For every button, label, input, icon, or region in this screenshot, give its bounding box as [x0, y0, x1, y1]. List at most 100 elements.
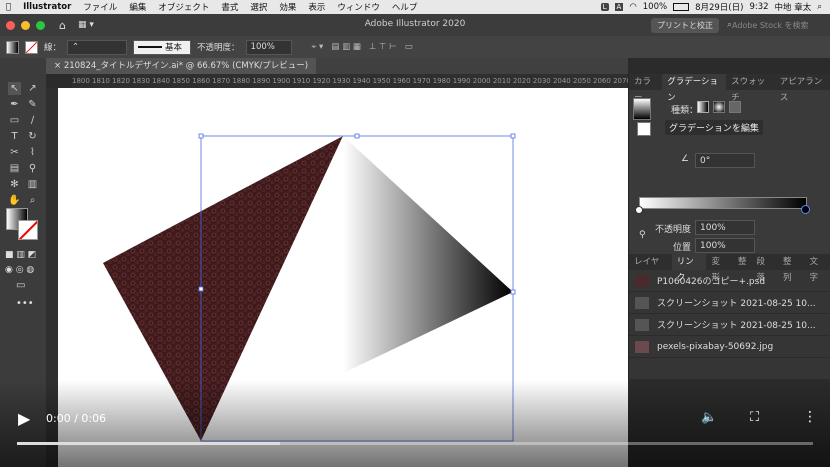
fill-stroke-swatch[interactable] [6, 208, 40, 242]
video-time-label: 0:00 / 0:06 [46, 412, 107, 425]
link-name: スクリーンショット 2021-08-25 10... [657, 321, 816, 331]
stroke-weight-field[interactable]: ⌃ [67, 39, 128, 55]
curvature-tool-icon[interactable]: ✎ [26, 98, 39, 111]
stroke-none-swatch[interactable] [25, 40, 38, 54]
user-label[interactable]: 中地 章太 [775, 1, 812, 13]
brush-definition-field[interactable]: 基本 [133, 39, 192, 55]
control-bar: 線： ⌃ 基本 不透明度： 100% ⌖ ▾ ▤ ▥ ▦ ⊥ ⊤ ⊢ ▭ [0, 36, 830, 58]
mac-menu-bar:  Illustrator ファイル 編集 オブジェクト 書式 選択 効果 表示… [0, 0, 830, 14]
radial-gradient-button[interactable] [713, 101, 725, 113]
volume-icon[interactable]: 🔈 [701, 410, 717, 425]
gradient-stop-left[interactable] [635, 206, 643, 214]
symbol-sprayer-tool-icon[interactable]: ✻ [8, 178, 21, 191]
input-mode-icon[interactable]: A [614, 3, 624, 11]
linear-gradient-button[interactable] [697, 101, 709, 113]
close-window-button[interactable] [6, 20, 15, 30]
tab-character[interactable]: 文字 [805, 254, 830, 283]
tab-transform[interactable]: 変形 [706, 254, 733, 283]
menu-edit[interactable]: 編集 [123, 1, 152, 13]
screen-mode-icon[interactable]: ▭ [16, 280, 25, 291]
fullscreen-icon[interactable]: ⛶ [750, 410, 759, 425]
stop-position-label: 位置 [673, 243, 692, 253]
selection-tool-icon[interactable]: ↖ [8, 82, 21, 95]
rotate-tool-icon[interactable]: ↻ [26, 130, 39, 143]
link-item[interactable]: P1060426のコピー+.psd [629, 270, 830, 292]
eyedropper-tool-icon[interactable]: ⚲ [26, 162, 39, 175]
fill-swatch[interactable] [6, 40, 19, 54]
menu-view[interactable]: 表示 [302, 1, 331, 13]
opacity-field[interactable]: 100% [245, 39, 292, 55]
zoom-tool-icon[interactable]: ⌕ [26, 194, 39, 207]
tab-paragraph[interactable]: 段落 [752, 254, 779, 283]
link-item[interactable]: スクリーンショット 2021-08-25 10... [629, 314, 830, 336]
direct-selection-tool-icon[interactable]: ↗ [26, 82, 39, 95]
gradient-stroke-swatch[interactable] [637, 122, 651, 136]
link-thumbnail [635, 340, 649, 353]
gradient-type-label: 種類： [671, 106, 699, 116]
date-label[interactable]: 8月29日(日) [695, 1, 743, 13]
menu-file[interactable]: ファイル [77, 1, 123, 13]
more-tools-icon[interactable]: ••• [16, 298, 34, 309]
close-tab-icon[interactable]: × [54, 61, 64, 71]
graph-tool-icon[interactable]: ▥ [26, 178, 39, 191]
edit-gradient-button[interactable]: グラデーションを編集 [665, 120, 763, 135]
link-thumbnail [635, 296, 649, 309]
time-label[interactable]: 9:32 [749, 2, 768, 12]
type-tool-icon[interactable]: T [8, 130, 21, 143]
workspace-icon[interactable]: ▦ ▾ [78, 20, 94, 30]
tab-links[interactable]: リンク [671, 254, 707, 283]
more-options-icon[interactable]: ⋮ [803, 409, 817, 425]
search-icon[interactable]: ⌕ [817, 2, 822, 12]
gradient-preview-swatch[interactable] [633, 98, 651, 120]
scissors-tool-icon[interactable]: ✂ [8, 146, 21, 159]
link-item[interactable]: スクリーンショット 2021-08-25 10... [629, 292, 830, 314]
link-item[interactable]: pexels-pixabay-50692.jpg [629, 336, 830, 358]
tab-appearance[interactable]: アピアランス [775, 74, 830, 103]
horizontal-ruler: 1800 1810 1820 1830 1840 1850 1860 1870 … [72, 74, 628, 89]
line-icon[interactable]: L [600, 3, 609, 11]
stroke-label: 線： [44, 43, 62, 53]
draw-mode-icons[interactable]: ◉ ◎ ◍ [5, 265, 34, 275]
eyedropper-icon[interactable]: ⚲ [639, 230, 646, 240]
app-menu[interactable]: Illustrator [17, 2, 77, 12]
home-icon[interactable]: ⌂ [59, 19, 66, 32]
tab-swatches[interactable]: スウォッチ [726, 74, 775, 103]
pen-tool-icon[interactable]: ✒ [8, 98, 21, 111]
color-mode-icons[interactable]: ■ ▥ ◩ [5, 250, 36, 260]
document-tab[interactable]: × 210824_タイトルデザイン.ai* @ 66.67% (CMYK/プレビ… [46, 58, 317, 74]
wifi-icon[interactable]: ◠ [629, 2, 636, 12]
gradient-stop-right[interactable] [801, 205, 810, 214]
brush-tool-icon[interactable]: ∕ [26, 114, 39, 127]
battery-icon[interactable] [673, 3, 690, 11]
tab-align[interactable]: 整列 [778, 254, 805, 283]
print-proof-button[interactable]: プリントと校正 [650, 17, 719, 33]
links-panel-tabs: レイヤー リンク 変形 整 段落 整列 文字 [629, 254, 830, 283]
minimize-window-button[interactable] [21, 20, 30, 30]
hand-tool-icon[interactable]: ✋ [8, 194, 21, 207]
menu-object[interactable]: オブジェクト [152, 1, 215, 13]
video-progress-bar[interactable] [17, 442, 813, 445]
angle-field[interactable]: 0° [695, 153, 755, 168]
stop-opacity-field[interactable]: 100% [695, 220, 755, 235]
stop-position-field[interactable]: 100% [695, 238, 755, 253]
menu-effect[interactable]: 効果 [273, 1, 302, 13]
menu-select[interactable]: 選択 [244, 1, 273, 13]
menu-window[interactable]: ウィンドウ [331, 1, 386, 13]
width-tool-icon[interactable]: ⌇ [26, 146, 39, 159]
rectangle-tool-icon[interactable]: ▭ [8, 114, 21, 127]
tab-layers[interactable]: レイヤー [629, 254, 672, 283]
tab-align-short[interactable]: 整 [733, 254, 752, 270]
align-icons[interactable]: ⌖ ▾ ▤ ▥ ▦ ⊥ ⊤ ⊢ ▭ [312, 42, 413, 52]
tab-color[interactable]: カラー [629, 74, 662, 103]
stock-search-input[interactable]: Adobe Stock を検索 [732, 20, 822, 31]
gradient-tool-icon[interactable]: ▤ [8, 162, 21, 175]
apple-icon[interactable]:  [0, 2, 17, 12]
battery-label[interactable]: 100% [643, 2, 667, 12]
menu-help[interactable]: ヘルプ [386, 1, 424, 13]
zoom-window-button[interactable] [36, 20, 45, 30]
tab-gradient[interactable]: グラデーション [662, 74, 727, 103]
play-icon[interactable]: ▶ [18, 409, 30, 428]
menu-type[interactable]: 書式 [215, 1, 244, 13]
freeform-gradient-button[interactable] [729, 101, 741, 113]
gradient-slider[interactable] [639, 197, 807, 209]
